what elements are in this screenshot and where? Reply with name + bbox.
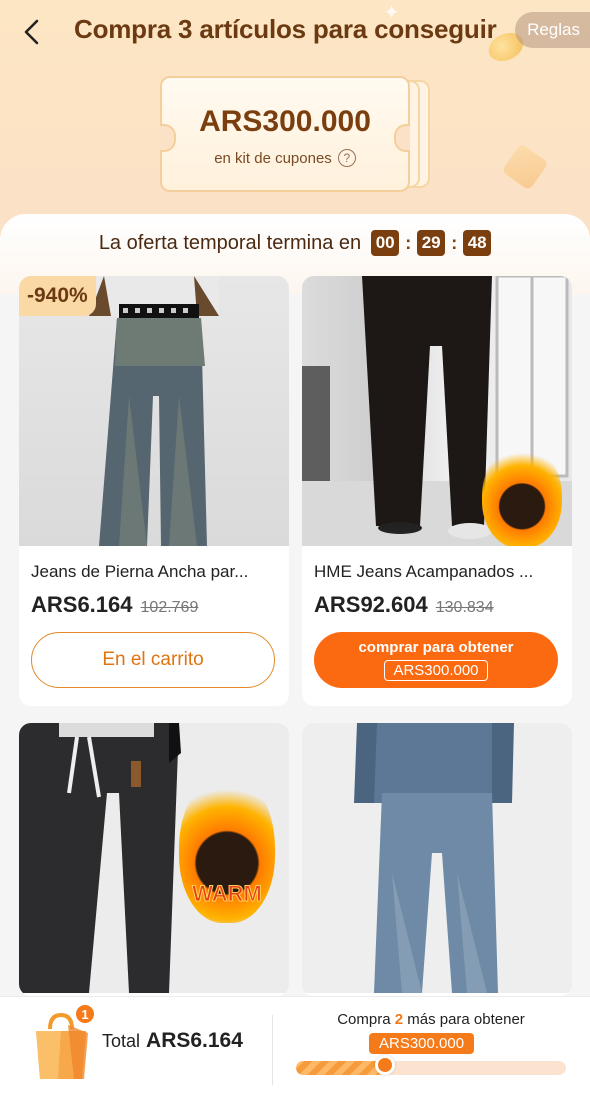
rules-button[interactable]: Reglas: [515, 12, 590, 48]
help-icon[interactable]: ?: [337, 149, 356, 167]
progress-fill: [296, 1061, 386, 1075]
buy-button-coupon: ARS300.000: [384, 660, 488, 681]
divider: [272, 1015, 273, 1085]
product-card[interactable]: WARM: [19, 723, 289, 996]
discount-badge: -940%: [19, 276, 96, 316]
progress-track: [296, 1061, 566, 1075]
total-label: Total: [102, 1031, 141, 1051]
coupon-subtitle: en kit de cupones: [214, 149, 332, 167]
product-old-price: 102.769: [140, 599, 199, 616]
back-button[interactable]: [14, 14, 50, 50]
countdown-seconds: 48: [463, 230, 492, 256]
warm-sticker-text: WARM: [192, 881, 263, 907]
product-price: ARS92.604: [314, 592, 428, 617]
product-card[interactable]: HME Jeans Acampanados ... ARS92.604 130.…: [302, 276, 572, 706]
product-image[interactable]: WARM: [19, 723, 289, 993]
header: Compra 3 artículos para conseguir ✦ Regl…: [0, 0, 590, 67]
chevron-left-icon: [24, 19, 39, 45]
buy-button-line1: comprar para obtener: [358, 639, 514, 656]
goal-chip: ARS300.000: [369, 1033, 475, 1054]
product-image[interactable]: -940%: [19, 276, 289, 546]
countdown-separator: :: [405, 232, 412, 253]
product-image[interactable]: [302, 723, 572, 993]
coupon-amount: ARS300.000: [199, 105, 371, 138]
bottom-summary-bar: 1 Total ARS6.164 Compra 2 más para obten…: [0, 996, 590, 1112]
in-cart-button[interactable]: En el carrito: [31, 632, 275, 688]
progress-knob: [375, 1055, 396, 1075]
product-name[interactable]: HME Jeans Acampanados ...: [302, 546, 572, 582]
countdown-label: La oferta temporal termina en: [98, 231, 362, 254]
coupon-subtitle-row: en kit de cupones ?: [214, 149, 356, 167]
price-row: ARS6.164 102.769: [19, 582, 289, 618]
coupon-card: ARS300.000 en kit de cupones ?: [160, 76, 410, 192]
buy-to-get-button[interactable]: comprar para obtener ARS300.000: [314, 632, 558, 688]
progress-count: 2: [394, 1011, 404, 1028]
product-image[interactable]: [302, 276, 572, 546]
progress-message: Compra 2 más para obtener: [296, 1011, 566, 1028]
jeans-illustration: [354, 723, 514, 993]
jeans-illustration: [89, 276, 219, 546]
total-summary: Total ARS6.164: [102, 1029, 243, 1053]
page-title: Compra 3 artículos para conseguir: [74, 14, 497, 44]
countdown-separator: :: [451, 232, 458, 253]
progress-suffix: más para obtener: [407, 1011, 525, 1028]
decor-gem: [501, 143, 549, 191]
price-row: ARS92.604 130.834: [302, 582, 572, 618]
decor-sparkle-icon: ✦: [383, 2, 400, 24]
fire-sticker-icon: [482, 444, 562, 546]
countdown-timer: La oferta temporal termina en 00 : 29 : …: [0, 230, 590, 256]
product-name[interactable]: Jeans de Pierna Ancha par...: [19, 546, 289, 582]
countdown-minutes: 29: [417, 230, 446, 256]
progress-prefix: Compra: [337, 1011, 391, 1028]
coupon-kit: ARS300.000 en kit de cupones ?: [160, 76, 430, 192]
product-card[interactable]: -940% Jeans de Pierna Ancha par... ARS6.…: [19, 276, 289, 706]
product-old-price: 130.834: [435, 599, 494, 616]
countdown-hours: 00: [371, 230, 400, 256]
product-price: ARS6.164: [31, 592, 133, 617]
cart-count-badge: 1: [74, 1003, 96, 1025]
product-card[interactable]: [302, 723, 572, 996]
total-amount: ARS6.164: [146, 1029, 243, 1052]
